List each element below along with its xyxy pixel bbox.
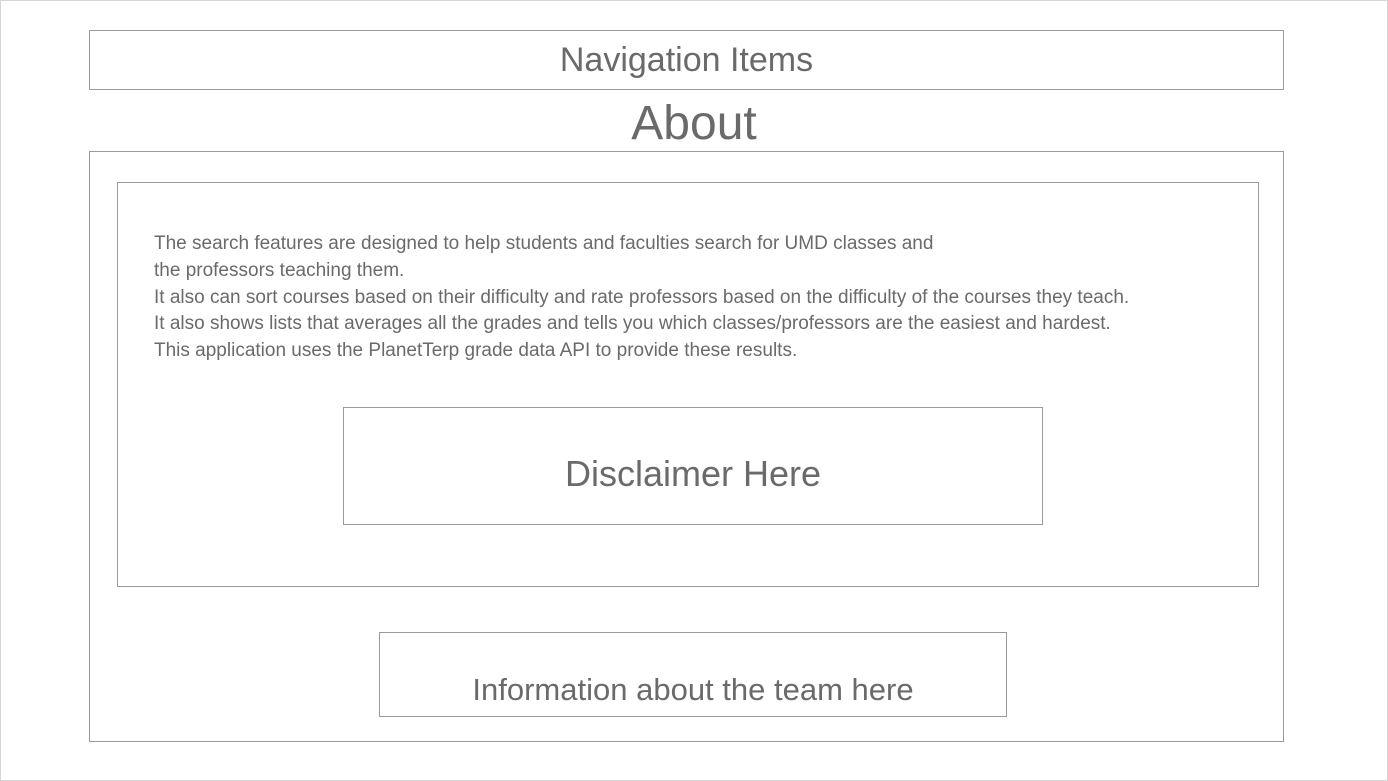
- about-line: The search features are designed to help…: [154, 233, 934, 254]
- navigation-bar[interactable]: Navigation Items: [89, 30, 1284, 90]
- team-info-label: Information about the team here: [472, 671, 914, 707]
- about-line: the professors teaching them.: [154, 259, 405, 281]
- about-description: The search features are designed to help…: [154, 231, 1244, 365]
- navigation-label: Navigation Items: [559, 40, 814, 79]
- about-line: This application uses the PlanetTerp gra…: [154, 340, 798, 362]
- about-line: It also shows lists that averages all th…: [154, 313, 1111, 335]
- disclaimer-label: Disclaimer Here: [564, 453, 822, 494]
- page-title: About: [631, 97, 757, 150]
- about-line: It also can sort courses based on their …: [154, 286, 1130, 308]
- team-info-box: Information about the team here: [379, 632, 1007, 717]
- disclaimer-box: Disclaimer Here: [343, 407, 1043, 525]
